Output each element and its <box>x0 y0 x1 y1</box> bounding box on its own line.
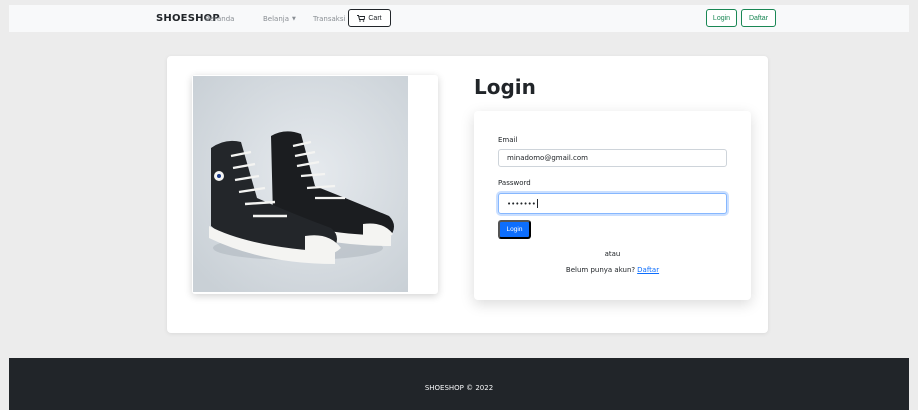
nav-link-transactions[interactable]: Transaksi <box>313 15 345 23</box>
page-title: Login <box>474 75 536 99</box>
product-image <box>193 76 408 292</box>
nav-link-shop-label: Belanja <box>263 15 290 23</box>
login-nav-button[interactable]: Login <box>706 9 737 27</box>
login-form-card: Email minadomo@gmail.com Password ••••••… <box>474 111 751 300</box>
email-field[interactable]: minadomo@gmail.com <box>498 149 727 167</box>
email-label: Email <box>498 136 518 144</box>
password-value: ••••••• <box>507 199 536 208</box>
caret-down-icon: ▼ <box>292 16 296 22</box>
footer: SHOESHOP © 2022 <box>9 358 909 410</box>
nav-link-shop-dropdown[interactable]: Belanja ▼ <box>263 15 296 23</box>
register-link[interactable]: Daftar <box>637 266 659 274</box>
or-separator: atau <box>604 250 621 258</box>
register-nav-button[interactable]: Daftar <box>741 9 776 27</box>
nav-link-home[interactable]: Beranda <box>205 15 234 23</box>
navbar: SHOESHOP Beranda Belanja ▼ Transaksi Cart… <box>9 5 909 32</box>
no-account-text: Belum punya akun? <box>565 266 636 274</box>
password-label: Password <box>498 179 531 187</box>
email-value: minadomo@gmail.com <box>507 154 588 162</box>
cart-button[interactable]: Cart <box>348 9 391 27</box>
password-field[interactable]: ••••••• <box>498 193 727 214</box>
text-cursor <box>536 199 538 208</box>
product-image-card <box>192 75 438 294</box>
login-submit-button[interactable]: Login <box>498 220 531 239</box>
cart-icon <box>357 14 366 22</box>
cart-label: Cart <box>368 14 382 22</box>
footer-copyright: SHOESHOP © 2022 <box>424 384 494 392</box>
signup-prompt: Belum punya akun? Daftar <box>474 266 751 274</box>
